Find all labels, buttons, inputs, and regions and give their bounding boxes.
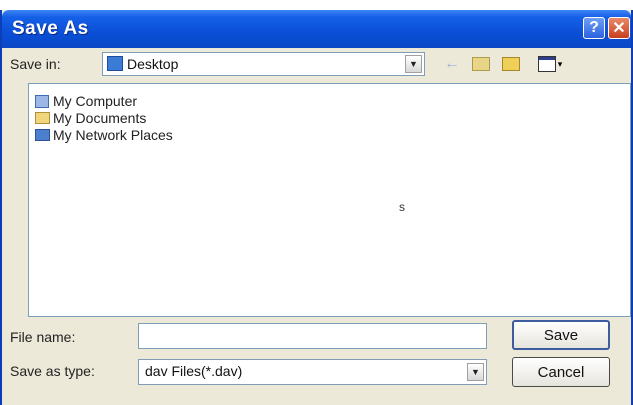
desktop-icon bbox=[107, 56, 123, 71]
stray-mark: s bbox=[399, 200, 405, 214]
save-button[interactable]: Save bbox=[512, 320, 610, 350]
save-as-type-value: dav Files(*.dav) bbox=[145, 363, 243, 379]
save-in-label: Save in: bbox=[10, 56, 61, 72]
list-item[interactable]: My Computer bbox=[35, 92, 137, 110]
back-icon: ← bbox=[444, 55, 460, 72]
help-icon: ? bbox=[589, 19, 599, 36]
file-list[interactable]: My Computer My Documents My Network Plac… bbox=[28, 83, 631, 317]
save-button-label: Save bbox=[543, 326, 579, 344]
new-folder-icon bbox=[502, 57, 520, 71]
network-icon bbox=[35, 129, 50, 141]
file-name-label: File name: bbox=[10, 329, 76, 345]
list-item[interactable]: My Network Places bbox=[35, 126, 173, 144]
cancel-button[interactable]: Cancel bbox=[512, 357, 610, 387]
close-icon: ✕ bbox=[612, 20, 626, 37]
list-item[interactable]: My Documents bbox=[35, 109, 146, 127]
title-bar[interactable]: Save As ? ✕ bbox=[2, 10, 631, 48]
folder-icon bbox=[35, 112, 50, 124]
chevron-down-icon[interactable]: ▼ bbox=[467, 363, 484, 381]
save-in-value-wrap: Desktop bbox=[107, 56, 178, 72]
up-folder-icon bbox=[472, 57, 490, 71]
list-item-label: My Documents bbox=[53, 110, 147, 126]
save-as-type-select[interactable]: dav Files(*.dav) ▼ bbox=[138, 359, 487, 385]
up-folder-button[interactable] bbox=[470, 53, 492, 75]
close-button[interactable]: ✕ bbox=[608, 17, 630, 39]
save-in-combo[interactable]: Desktop ▼ bbox=[102, 52, 425, 76]
file-name-input[interactable] bbox=[138, 323, 487, 349]
list-item-label: My Network Places bbox=[53, 127, 173, 143]
views-chevron-icon: ▾ bbox=[557, 58, 563, 69]
help-button[interactable]: ? bbox=[583, 17, 605, 39]
cancel-button-label: Cancel bbox=[537, 363, 585, 381]
views-icon bbox=[537, 56, 556, 72]
chevron-down-icon[interactable]: ▼ bbox=[405, 55, 422, 73]
save-in-value: Desktop bbox=[127, 56, 179, 72]
new-folder-button[interactable] bbox=[500, 53, 522, 75]
save-as-dialog: Save As ? ✕ Save in: Desktop ▼ ← ▾ My Co… bbox=[0, 10, 633, 405]
list-item-label: My Computer bbox=[53, 93, 138, 109]
views-menu-button[interactable]: ▾ bbox=[532, 53, 568, 75]
save-as-type-label: Save as type: bbox=[10, 363, 95, 379]
back-button[interactable]: ← bbox=[442, 53, 462, 75]
dialog-title: Save As bbox=[12, 18, 89, 39]
computer-icon bbox=[35, 94, 49, 108]
